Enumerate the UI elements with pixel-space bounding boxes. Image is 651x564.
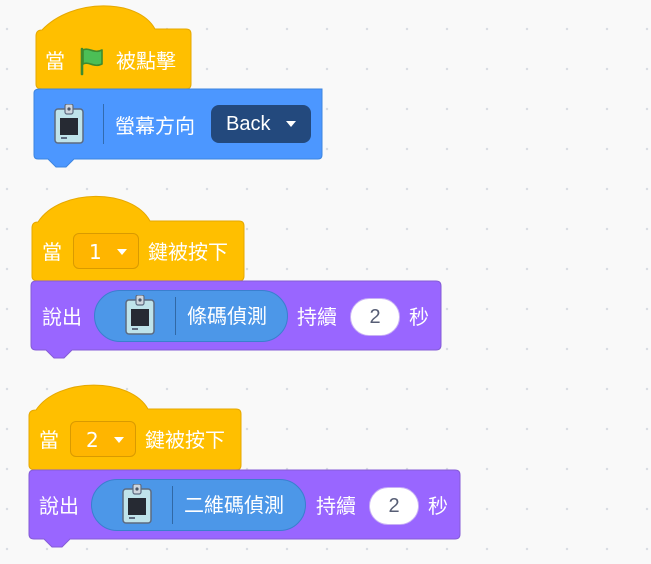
green-flag-icon: [80, 47, 103, 76]
seconds-unit-label: 秒: [409, 305, 429, 329]
device-icon: [54, 104, 84, 144]
seconds-unit-label: 秒: [428, 494, 448, 518]
seconds-value: 2: [369, 306, 381, 328]
reporter-label: 條碼偵測: [187, 304, 267, 328]
key-value: 1: [89, 240, 102, 264]
key-value: 2: [86, 428, 99, 452]
block-separator: [172, 486, 173, 524]
orientation-value: Back: [226, 113, 271, 135]
qrcode-detect-reporter[interactable]: 二維碼偵測: [91, 479, 306, 531]
for-label: 持續: [316, 494, 356, 518]
chevron-down-icon: [114, 437, 124, 443]
when-flag-clicked-hat[interactable]: [35, 5, 192, 90]
hat-when-label: 當: [42, 240, 62, 264]
chevron-down-icon: [117, 249, 127, 255]
seconds-input-2[interactable]: 2: [369, 487, 419, 525]
hat-when-label: 當: [39, 428, 59, 452]
key-dropdown-2[interactable]: 2: [70, 421, 136, 457]
chevron-down-icon: [286, 121, 296, 127]
device-icon: [122, 484, 152, 524]
seconds-input-1[interactable]: 2: [350, 298, 400, 336]
hat-when-label: 當: [45, 49, 65, 73]
say-label: 說出: [39, 494, 79, 518]
block-separator: [175, 297, 176, 335]
block-separator: [103, 104, 104, 144]
device-icon: [125, 295, 155, 335]
reporter-label: 二維碼偵測: [184, 493, 284, 517]
orientation-dropdown[interactable]: Back: [211, 105, 311, 143]
barcode-detect-reporter[interactable]: 條碼偵測: [94, 290, 288, 342]
say-label: 說出: [42, 305, 82, 329]
hat-pressed-label: 鍵被按下: [145, 428, 225, 452]
key-dropdown-1[interactable]: 1: [73, 233, 139, 269]
hat-clicked-label: 被點擊: [116, 49, 176, 73]
for-label: 持續: [297, 305, 337, 329]
orientation-label: 螢幕方向: [115, 114, 195, 138]
hat-pressed-label: 鍵被按下: [148, 240, 228, 264]
seconds-value: 2: [388, 495, 400, 517]
